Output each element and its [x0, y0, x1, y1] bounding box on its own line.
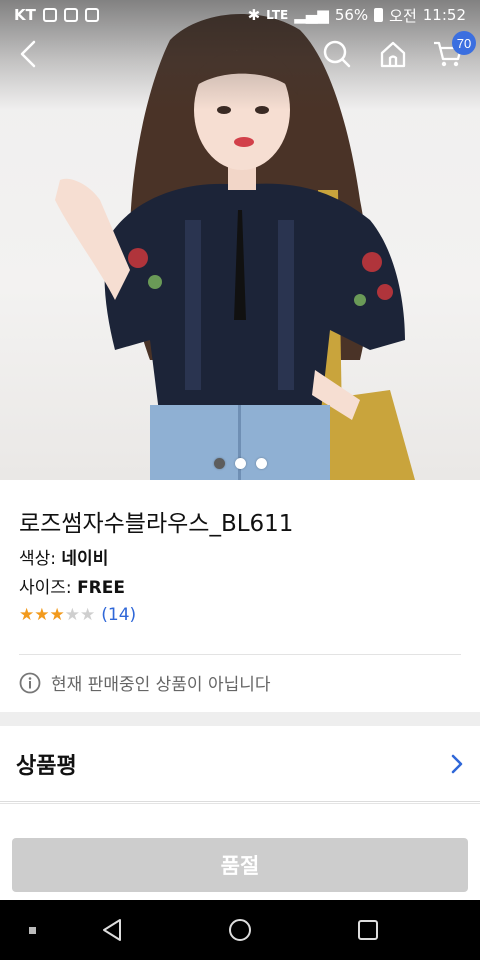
star-icon: ★	[49, 604, 65, 625]
dot-icon	[28, 926, 36, 934]
pager-dot[interactable]	[213, 458, 225, 469]
status-bar: KT ✱ LTE ▂▄▆ 56% 오전 11:52	[0, 0, 480, 30]
battery-icon	[374, 8, 384, 22]
pager-dot[interactable]	[255, 458, 267, 469]
battery-percent: 56%	[334, 6, 369, 24]
recent-dot-button[interactable]	[14, 900, 50, 960]
color-value: 네이비	[61, 549, 109, 569]
back-arrow-icon	[20, 40, 36, 68]
reviews-row[interactable]: 상품평	[0, 726, 480, 802]
gallery-notification-icon	[63, 8, 78, 22]
clock-time: 11:52	[422, 6, 466, 24]
star-icon: ★	[64, 604, 80, 625]
product-image[interactable]	[0, 0, 480, 480]
system-nav-bar	[0, 900, 480, 960]
availability-notice: 현재 판매중인 상품이 아닙니다	[19, 670, 271, 695]
rating[interactable]: ★ ★ ★ ★ ★ (14)	[19, 605, 136, 625]
network-type: LTE	[266, 8, 289, 22]
star-icon: ★	[34, 604, 50, 625]
info-icon	[19, 672, 41, 693]
home-button[interactable]	[375, 36, 411, 72]
nav-home-button[interactable]	[220, 900, 260, 960]
color-label: 색상:	[19, 549, 57, 569]
carrier-label: KT	[14, 6, 36, 24]
divider	[19, 654, 461, 655]
app-notification-icon	[84, 8, 99, 22]
clock-ampm: 오전	[389, 6, 417, 25]
reviews-label: 상품평	[16, 753, 77, 779]
nav-recents-button[interactable]	[348, 900, 388, 960]
notification-icon	[42, 8, 57, 22]
triangle-back-icon	[103, 919, 121, 941]
size-option: 사이즈: FREE	[19, 573, 125, 598]
size-value: FREE	[77, 578, 125, 598]
soldout-button[interactable]: 품절	[12, 838, 468, 892]
product-info: 로즈썸자수블라우스_BL611 색상: 네이비 사이즈: FREE ★ ★ ★ …	[0, 480, 480, 712]
pager-dot[interactable]	[234, 458, 246, 469]
product-name: 로즈썸자수블라우스_BL611	[19, 511, 294, 537]
bluetooth-icon: ✱	[247, 6, 261, 24]
bottom-action-area: 품절	[0, 803, 480, 900]
star-icon: ★	[19, 604, 35, 625]
color-option: 색상: 네이비	[19, 544, 108, 569]
search-icon	[323, 40, 351, 68]
nav-back-button[interactable]	[92, 900, 132, 960]
notice-text: 현재 판매중인 상품이 아닙니다	[51, 675, 271, 695]
size-label: 사이즈:	[19, 578, 72, 598]
image-pager[interactable]	[0, 458, 480, 469]
section-gap	[0, 712, 480, 726]
signal-icon: ▂▄▆	[294, 6, 329, 24]
cart-count-badge: 70	[452, 31, 476, 55]
circle-home-icon	[229, 919, 251, 941]
square-recents-icon	[358, 920, 378, 940]
search-button[interactable]	[319, 36, 355, 72]
star-icon: ★	[80, 604, 96, 625]
chevron-right-icon	[451, 754, 463, 773]
home-icon	[380, 41, 406, 68]
review-count[interactable]: (14)	[101, 605, 136, 625]
back-button[interactable]	[10, 36, 46, 72]
